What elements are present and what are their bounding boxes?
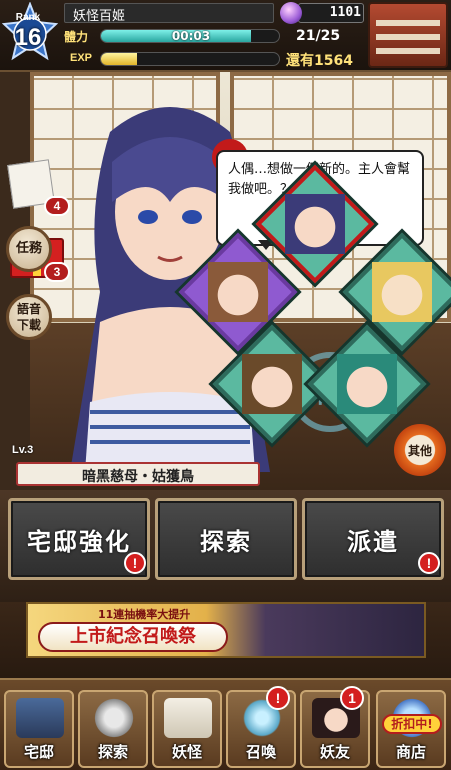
exp-label: EXP (70, 52, 93, 64)
status-header: Rank 16 妖怪百姬 1101 體力 00:03 21/25 EXP 還有1… (0, 0, 451, 72)
mansion-upgrade-alert-icon: ! (124, 552, 146, 574)
gift-count-badge: 4 (44, 196, 70, 216)
character-name-plate: 暗黑慈母・姑獲鳥 (16, 462, 260, 486)
nav-summon[interactable]: 召喚 ! (226, 686, 296, 768)
nav-yokai-label: 妖怪 (171, 743, 202, 761)
voice-download-label: 語音下載 (16, 302, 41, 332)
nav-mansion[interactable]: 宅邸 (4, 690, 74, 768)
character-level: Lv.3 (12, 444, 34, 456)
summon-alert-icon: ! (266, 686, 290, 710)
explore-label: 探索 (200, 527, 252, 556)
action-area: 宅邸強化 ! 探索 派遣 ! (0, 490, 451, 602)
exp-remaining: 還有1564 (286, 53, 353, 69)
nav-explore-label: 探索 (97, 743, 128, 761)
banner-area: 11連抽機率大提升 上市紀念召喚祭 (0, 602, 451, 678)
mansion-icon (16, 698, 64, 738)
nav-yokai[interactable]: 妖怪 (152, 690, 222, 768)
other-label: 其他 (407, 443, 432, 458)
treasure-crate-icon[interactable] (368, 2, 448, 68)
nav-explore[interactable]: 探索 (78, 690, 148, 768)
banner-title: 上市紀念召喚祭 (38, 622, 228, 652)
exp-bar (100, 52, 280, 66)
bottom-navigation: 宅邸 探索 妖怪 召喚 ! 妖友 1 折扣中! 商店 (0, 678, 451, 770)
nav-friends[interactable]: 妖友 1 (300, 686, 370, 768)
rank-value: 16 (14, 24, 42, 51)
home-scene: 人偶…想做一個新的。主人會幫我做吧。？ 4 任務 3 語音下載 四 其他 Lv.… (0, 72, 451, 490)
explore-icon (90, 698, 138, 738)
gem-count-box[interactable]: 1101 (298, 3, 364, 23)
gem-icon (280, 2, 302, 24)
friends-count-badge: 1 (340, 686, 364, 710)
shop-sale-tag: 折扣中! (382, 714, 442, 734)
stamina-bar: 00:03 (100, 29, 280, 43)
yokai-icon (164, 698, 212, 738)
player-name-box[interactable]: 妖怪百姬 (64, 3, 274, 24)
voice-download-button[interactable]: 語音下載 (6, 294, 52, 340)
player-name: 妖怪百姬 (73, 9, 126, 24)
nav-friends-label: 妖友 (319, 743, 350, 761)
stamina-timer: 00:03 (171, 29, 211, 43)
rank-label: Rank (15, 12, 41, 23)
nav-shop-label: 商店 (395, 743, 426, 761)
mansion-upgrade-label: 宅邸強化 (27, 527, 131, 556)
summon-event-banner[interactable]: 11連抽機率大提升 上市紀念召喚祭 (26, 602, 426, 658)
wall-pillar (0, 72, 30, 490)
other-gear-button[interactable]: 其他 (394, 424, 446, 476)
gem-count: 1101 (329, 5, 361, 20)
missions-label: 任務 (15, 241, 42, 256)
banner-subtitle: 11連抽機率大提升 (98, 608, 191, 621)
nav-summon-label: 召喚 (245, 743, 276, 761)
nav-mansion-label: 宅邸 (23, 743, 54, 761)
exp-fill (101, 53, 137, 65)
explore-button[interactable]: 探索 (155, 498, 297, 580)
stamina-label: 體力 (64, 30, 89, 44)
character-name: 暗黑慈母・姑獲鳥 (82, 469, 194, 485)
nav-shop[interactable]: 折扣中! 商店 (376, 690, 446, 768)
dispatch-alert-icon: ! (418, 552, 440, 574)
dispatch-label: 派遣 (347, 527, 399, 556)
stamina-count: 21/25 (296, 28, 341, 44)
missions-count-badge: 3 (44, 262, 70, 282)
